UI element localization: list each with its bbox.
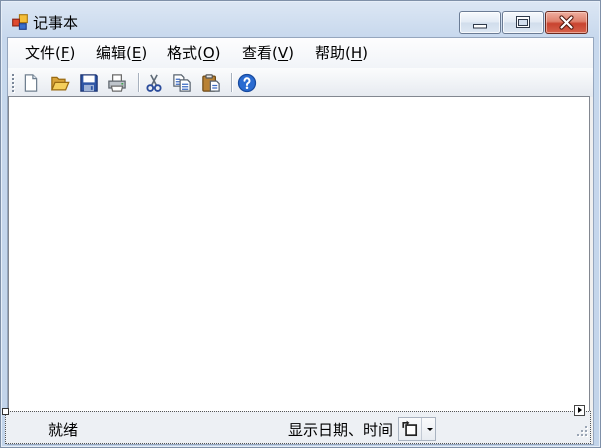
app-icon[interactable] — [11, 13, 29, 31]
new-button[interactable] — [18, 70, 44, 95]
resize-grip[interactable] — [576, 425, 588, 437]
save-icon — [80, 73, 98, 92]
copy-icon — [173, 73, 191, 92]
print-button[interactable] — [104, 70, 130, 95]
close-icon — [559, 15, 574, 30]
datetime-split-button[interactable] — [398, 417, 436, 441]
save-button[interactable] — [76, 70, 102, 95]
help-icon — [237, 73, 257, 92]
minimize-icon — [473, 24, 487, 29]
toolbar-separator — [138, 73, 140, 92]
window-title: 记事本 — [33, 14, 79, 32]
toolbar-separator — [231, 73, 233, 92]
datetime-dropdown-button[interactable] — [422, 418, 435, 440]
maximize-button[interactable] — [502, 11, 544, 34]
chevron-down-icon — [427, 428, 433, 431]
paste-icon — [202, 73, 220, 92]
menu-view[interactable]: 查看(V) — [238, 42, 298, 64]
toolbar — [8, 68, 593, 97]
editor-textarea[interactable] — [8, 96, 590, 411]
minimize-button[interactable] — [459, 11, 501, 34]
datetime-label: 显示日期、时间 — [288, 421, 394, 439]
menu-bar: 文件(F) 编辑(E) 格式(O) 查看(V) 帮助(H) — [8, 38, 593, 68]
toolbar-grip[interactable] — [11, 73, 15, 93]
menu-help[interactable]: 帮助(H) — [311, 42, 372, 64]
title-bar[interactable]: 记事本 — [0, 0, 601, 38]
menu-file[interactable]: 文件(F) — [21, 42, 79, 64]
datetime-button-main[interactable] — [399, 418, 422, 440]
print-icon — [108, 73, 126, 92]
app-window: 记事本 文件(F) 编辑(E) 格式(O) 查看(V) 帮助(H) 就绪 显示日… — [0, 0, 601, 448]
maximize-icon — [516, 16, 530, 28]
cut-button[interactable] — [141, 70, 167, 95]
status-bar: 就绪 显示日期、时间 — [5, 411, 591, 444]
menu-format[interactable]: 格式(O) — [163, 42, 225, 64]
help-button[interactable] — [234, 70, 260, 95]
open-folder-icon — [50, 76, 70, 90]
clock-rotate-icon — [402, 420, 418, 437]
close-button[interactable] — [545, 11, 588, 34]
status-label: 就绪 — [48, 421, 79, 439]
new-document-icon — [24, 73, 38, 92]
cut-icon — [146, 73, 162, 92]
smart-tag-arrow-icon[interactable] — [574, 405, 585, 416]
open-button[interactable] — [47, 70, 73, 95]
copy-button[interactable] — [169, 70, 195, 95]
selection-handle — [2, 408, 9, 415]
paste-button[interactable] — [198, 70, 224, 95]
menu-edit[interactable]: 编辑(E) — [92, 42, 151, 64]
